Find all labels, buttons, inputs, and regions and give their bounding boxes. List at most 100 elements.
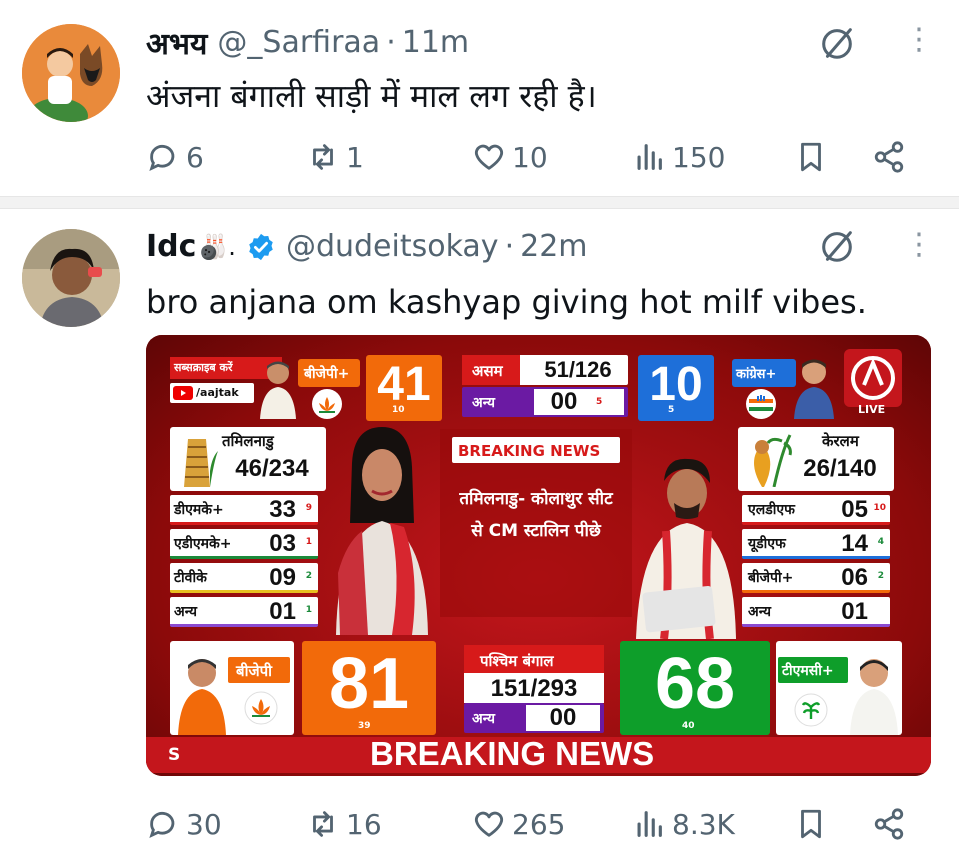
reply-count: 6: [186, 140, 204, 174]
breaking-news-banner: BREAKING NEWS: [370, 735, 655, 772]
action-bar: 30 16 265 8.3K: [146, 807, 926, 851]
kerala-row-ldf: एलडीएफ 05 10: [742, 495, 890, 525]
share-button[interactable]: [872, 140, 906, 174]
assam-header: असम 51/126: [462, 355, 628, 385]
congress-tag: कांग्रेस+: [732, 359, 796, 387]
youtube-icon: [173, 386, 193, 400]
ticker-text: S: [168, 745, 181, 765]
breaking-news-panel: BREAKING NEWS तमिलनाडु- कोलाथुर सीट से C…: [440, 429, 632, 617]
tweet-media-image[interactable]: सब्सक्राइब करें /aajtak बीजेपी+ 41 10 अस…: [146, 335, 931, 776]
grok-icon[interactable]: [818, 227, 856, 265]
tn-party-seats: 01: [269, 598, 296, 625]
share-button[interactable]: [872, 807, 906, 841]
views-button[interactable]: 8.3K: [632, 807, 735, 841]
repost-button[interactable]: 1: [306, 140, 364, 174]
kerala-party-seats: 06: [841, 564, 868, 591]
verified-icon: [249, 233, 273, 260]
more-icon[interactable]: ⋮: [904, 22, 934, 57]
views-icon: [637, 144, 662, 170]
display-name[interactable]: अभय: [146, 22, 207, 63]
tn-party-name: डीएमके+: [174, 502, 224, 518]
reply-icon: [149, 144, 175, 171]
like-count: 265: [512, 807, 566, 841]
tn-party-change: 1: [305, 537, 312, 547]
kerala-party-name: अन्य: [748, 604, 771, 620]
tn-header: तमिलनाडु 46/234: [170, 427, 326, 491]
kerala-total: 26/140: [803, 455, 877, 482]
like-button[interactable]: 265: [472, 807, 565, 841]
repost-count: 1: [346, 140, 364, 174]
avatar[interactable]: [22, 24, 120, 122]
assam-others-change: 5: [596, 397, 603, 407]
timestamp[interactable]: 11m: [402, 25, 469, 60]
kerala-party-change: 2: [877, 571, 884, 581]
display-name[interactable]: Idc: [146, 229, 196, 264]
bjp-wb-count: 81: [328, 644, 410, 724]
temple-icon: [184, 439, 218, 487]
youtube-badge: /aajtak: [170, 383, 254, 403]
tmc-lead-change: 40: [682, 721, 695, 731]
female-anchor: [332, 423, 432, 635]
assam-label: असम: [472, 362, 503, 380]
bookmark-button[interactable]: [794, 140, 828, 174]
timestamp[interactable]: 22m: [520, 229, 587, 264]
grok-icon[interactable]: [818, 24, 856, 62]
bjp-leader-photo: [258, 357, 298, 419]
like-button[interactable]: 10: [472, 140, 548, 174]
repost-icon: [313, 144, 333, 170]
kerala-party-seats: 14: [841, 530, 868, 557]
repost-icon: [313, 811, 333, 837]
tweet-header: Idc 🎳. @dudeitsokay · 22m: [146, 229, 588, 264]
like-icon: [474, 144, 504, 170]
views-button[interactable]: 150: [632, 140, 725, 174]
congress-symbol: [746, 389, 776, 419]
reply-button[interactable]: 30: [146, 807, 222, 841]
views-icon: [637, 811, 662, 837]
tn-row-others: अन्य 01 1: [170, 597, 318, 627]
more-icon[interactable]: ⋮: [904, 227, 934, 262]
bjp-symbol-small: [312, 389, 342, 419]
breaking-news-tag: BREAKING NEWS: [458, 442, 601, 460]
subscribe-label: सब्सक्राइब करें: [174, 361, 233, 374]
assam-others-label: अन्य: [472, 395, 495, 411]
bookmark-icon: [801, 809, 821, 839]
bookmark-button[interactable]: [794, 807, 828, 841]
lotus-icon: [319, 397, 335, 413]
assam-others: अन्य 00 5: [462, 387, 628, 417]
kerala-row-bjp: बीजेपी+ 06 2: [742, 563, 890, 593]
bjp-wb-lead-change: 39: [358, 721, 371, 731]
bjp-plus-lead-change: 10: [392, 405, 405, 415]
bjp-plus-count-box: 41 10: [366, 355, 442, 421]
live-badge: LIVE: [858, 403, 886, 416]
lotus-icon: [244, 691, 278, 725]
share-icon: [874, 141, 904, 173]
bjp-plus-tag: बीजेपी+: [298, 359, 360, 387]
bjp-wb-panel: बीजेपी: [170, 641, 294, 735]
wb-others: अन्य 00: [464, 703, 604, 733]
channel-handle: /aajtak: [196, 386, 239, 399]
tn-party-name: एडीएमके+: [174, 536, 232, 552]
tweet-divider: [0, 196, 959, 208]
repost-button[interactable]: 16: [306, 807, 382, 841]
tn-party-seats: 09: [269, 564, 296, 591]
kerala-row-others: अन्य 01: [742, 597, 890, 627]
tn-party-name: अन्य: [174, 604, 197, 620]
tn-party-seats: 03: [269, 530, 296, 557]
assam-total: 51/126: [544, 357, 612, 382]
kerala-party-name: बीजेपी+: [748, 570, 794, 586]
kerala-party-name: यूडीएफ: [748, 536, 786, 552]
share-icon: [874, 808, 904, 840]
user-handle[interactable]: @_Sarfiraa: [217, 25, 380, 60]
headline-text: तमिलनाडु- कोलाथुर सीट से CM स्टालिन पीछे: [459, 489, 613, 541]
wb-header: पश्चिम बंगाल: [464, 645, 604, 673]
reply-button[interactable]: 6: [146, 140, 204, 174]
kerala-party-change: 4: [877, 537, 884, 547]
tmc-label: टीएमसी+: [782, 663, 834, 679]
congress-count: 10: [649, 358, 703, 411]
congress-leader-photo: [792, 355, 836, 419]
avatar[interactable]: [22, 229, 120, 327]
tmc-count-box: 68 40: [620, 641, 770, 735]
user-handle[interactable]: @dudeitsokay: [286, 229, 499, 264]
tn-row-dmk: डीएमके+ 33 9: [170, 495, 318, 525]
separator: ·: [386, 25, 396, 60]
